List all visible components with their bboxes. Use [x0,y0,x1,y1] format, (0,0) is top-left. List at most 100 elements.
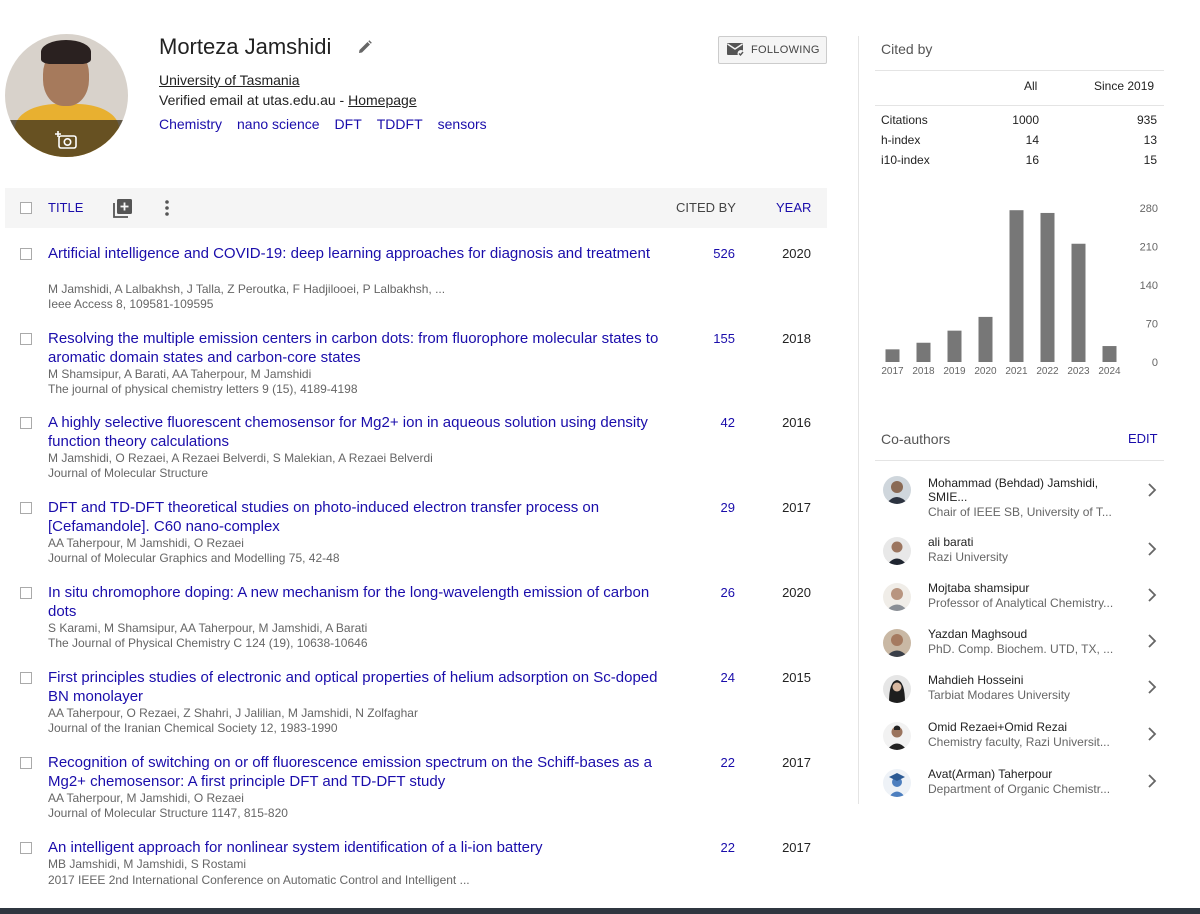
x-tick-label: 2021 [1005,366,1028,377]
publication-cited-by[interactable]: 29 [675,500,735,515]
select-all-checkbox[interactable] [20,202,32,214]
chevron-right-icon[interactable] [1147,634,1157,648]
more-options-icon[interactable] [162,198,172,218]
publication-authors: M Jamshidi, O Rezaei, A Rezaei Belverdi,… [48,451,433,465]
chart-bar[interactable] [1040,212,1055,362]
publication-title[interactable]: In situ chromophore doping: A new mechan… [48,583,673,621]
publication-title[interactable]: Artificial intelligence and COVID-19: de… [48,244,673,263]
stat-since: 15 [1143,153,1157,167]
edit-pencil-icon[interactable] [358,40,372,54]
publication-authors: M Shamsipur, A Barati, AA Taherpour, M J… [48,367,312,381]
coauthor-name[interactable]: Mohammad (Behdad) Jamshidi, SMIE... [928,476,1128,504]
publication-checkbox[interactable] [20,502,32,514]
chart-bar[interactable] [916,342,931,362]
publication-row: Recognition of switching on or off fluor… [5,753,827,838]
coauthor-item[interactable]: ali barati Razi University [875,535,1164,581]
coauthor-name[interactable]: Omid Rezaei+Omid Rezai [928,720,1128,734]
chart-bar[interactable] [947,330,962,362]
stat-label: i10-index [881,153,930,167]
coauthor-item[interactable]: Mohammad (Behdad) Jamshidi, SMIE... Chai… [875,476,1164,522]
photo-hair [41,40,91,64]
add-article-icon[interactable] [113,198,133,218]
coauthor-item[interactable]: Mahdieh Hosseini Tarbiat Modares Univers… [875,673,1164,719]
publication-venue: Journal of Molecular Structure [48,466,209,480]
publication-row: An intelligent approach for nonlinear sy… [5,838,827,898]
affiliation-link[interactable]: University of Tasmania [159,72,300,88]
interest-dft[interactable]: DFT [335,116,362,132]
coauthor-item[interactable]: Mojtaba shamsipur Professor of Analytica… [875,581,1164,627]
coauthor-name[interactable]: Yazdan Maghsoud [928,627,1128,641]
coauthor-name[interactable]: Avat(Arman) Taherpour [928,767,1128,781]
interest-nano-science[interactable]: nano science [237,116,320,132]
coauthor-name[interactable]: Mojtaba shamsipur [928,581,1128,595]
publication-checkbox[interactable] [20,248,32,260]
avatar [883,629,911,657]
publication-title[interactable]: DFT and TD-DFT theoretical studies on ph… [48,498,673,536]
publication-checkbox[interactable] [20,672,32,684]
sort-by-year[interactable]: YEAR [776,200,811,215]
chart-bar[interactable] [1071,243,1086,362]
research-interests: Chemistry nano science DFT TDDFT sensors [159,116,487,132]
interest-sensors[interactable]: sensors [438,116,487,132]
x-tick-label: 2023 [1067,366,1090,377]
publication-venue: The journal of physical chemistry letter… [48,382,358,396]
coauthor-item[interactable]: Avat(Arman) Taherpour Department of Orga… [875,767,1164,813]
publication-checkbox[interactable] [20,587,32,599]
add-photo-icon[interactable] [55,130,79,150]
publication-year: 2015 [782,670,811,685]
avatar [883,537,911,565]
chart-bar[interactable] [885,349,900,362]
x-tick-label: 2024 [1098,366,1121,377]
chevron-right-icon[interactable] [1147,542,1157,556]
chevron-right-icon[interactable] [1147,588,1157,602]
publication-cited-by[interactable]: 526 [675,246,735,261]
stats-divider [875,105,1164,106]
chart-bar[interactable] [978,316,993,362]
publication-cited-by[interactable]: 155 [675,331,735,346]
chevron-right-icon[interactable] [1147,680,1157,694]
coauthors-edit-button[interactable]: EDIT [1128,431,1158,446]
publication-cited-by[interactable]: 22 [675,755,735,770]
publication-cited-by[interactable]: 22 [675,840,735,855]
publication-row: Resolving the multiple emission centers … [5,329,827,414]
publication-authors: M Jamshidi, A Lalbakhsh, J Talla, Z Pero… [48,282,446,296]
publication-title[interactable]: Recognition of switching on or off fluor… [48,753,673,791]
y-tick-label: 210 [1140,242,1158,254]
window-bottom-edge [0,908,1200,914]
publication-checkbox[interactable] [20,333,32,345]
following-button[interactable]: FOLLOWING [718,36,827,64]
chart-bar[interactable] [1009,210,1024,362]
coauthor-item[interactable]: Omid Rezaei+Omid Rezai Chemistry faculty… [875,720,1164,766]
chevron-right-icon[interactable] [1147,483,1157,497]
coauthor-affiliation: Chair of IEEE SB, University of T... [928,505,1112,519]
publication-venue: The Journal of Physical Chemistry C 124 … [48,636,368,650]
cited-by-column-header[interactable]: CITED BY [676,200,736,215]
publication-title[interactable]: An intelligent approach for nonlinear sy… [48,838,673,857]
publication-authors: MB Jamshidi, M Jamshidi, S Rostami [48,857,247,871]
profile-photo[interactable] [5,34,128,157]
publication-cited-by[interactable]: 24 [675,670,735,685]
publication-cited-by[interactable]: 42 [675,415,735,430]
interest-tddft[interactable]: TDDFT [377,116,423,132]
publication-title[interactable]: A highly selective fluorescent chemosens… [48,413,673,451]
publication-checkbox[interactable] [20,417,32,429]
publication-venue: Ieee Access 8, 109581-109595 [48,297,214,311]
chevron-right-icon[interactable] [1147,727,1157,741]
publication-title[interactable]: Resolving the multiple emission centers … [48,329,673,367]
cited-by-heading: Cited by [881,41,933,57]
coauthor-item[interactable]: Yazdan Maghsoud PhD. Comp. Biochem. UTD,… [875,627,1164,673]
publication-checkbox[interactable] [20,842,32,854]
sort-by-title[interactable]: TITLE [48,200,83,215]
chart-bar[interactable] [1102,346,1117,362]
avatar [883,583,911,611]
publication-cited-by[interactable]: 26 [675,585,735,600]
interest-chemistry[interactable]: Chemistry [159,116,222,132]
coauthor-name[interactable]: Mahdieh Hosseini [928,673,1128,687]
chevron-right-icon[interactable] [1147,774,1157,788]
publication-title[interactable]: First principles studies of electronic a… [48,668,673,706]
coauthor-name[interactable]: ali barati [928,535,1128,549]
coauthor-affiliation: Professor of Analytical Chemistry... [928,596,1114,610]
col-since: Since 2019 [1094,79,1155,93]
homepage-link[interactable]: Homepage [348,92,417,108]
publication-checkbox[interactable] [20,757,32,769]
